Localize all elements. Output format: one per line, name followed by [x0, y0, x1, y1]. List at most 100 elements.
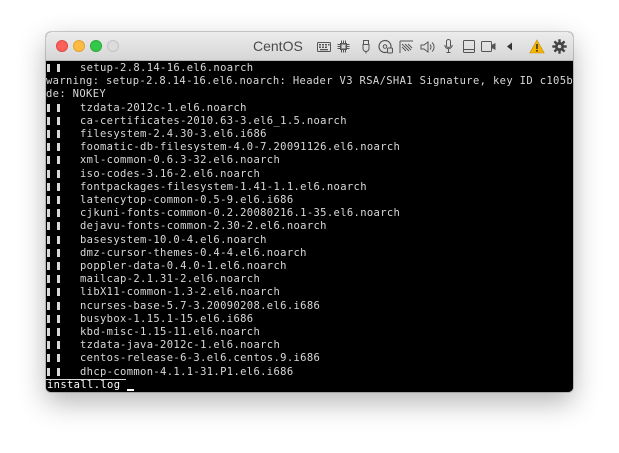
progress-bullet — [47, 328, 50, 336]
package-name: setup-2.8.14-16.el6.noarch — [80, 62, 254, 74]
package-name: xml-common-0.6.3-32.el6.noarch — [80, 154, 281, 167]
package-name: iso-codes-3.16-2.el6.noarch — [80, 167, 261, 180]
package-name: poppler-data-0.4.0-1.el6.noarch — [80, 260, 287, 272]
terminal-line: basesystem-10.0-4.el6.noarch — [46, 234, 573, 247]
inactive-window-button — [107, 40, 119, 52]
terminal-line: de: NOKEY — [46, 88, 107, 101]
progress-bullet — [57, 116, 60, 125]
progress-bullet — [57, 143, 60, 152]
close-button[interactable] — [56, 40, 68, 52]
progress-bullet — [47, 235, 50, 244]
package-name: mailcap-2.1.31-2.el6.noarch — [80, 273, 261, 286]
progress-bullet — [57, 367, 60, 376]
optical-disc-icon[interactable] — [377, 38, 394, 55]
progress-bullet — [57, 182, 60, 191]
package-name: basesystem-10.0-4.el6.noarch — [80, 233, 267, 246]
zoom-button[interactable] — [90, 40, 102, 52]
progress-bullet — [47, 209, 50, 218]
terminal-line: ca-certificates-2010.63-3.el6_1.5.noarch — [46, 115, 573, 128]
progress-bullet — [47, 262, 50, 270]
cpu-icon[interactable] — [335, 38, 352, 55]
microphone-icon[interactable] — [440, 38, 457, 55]
progress-bullet — [47, 222, 50, 231]
terminal-line: poppler-data-0.4.0-1.el6.noarch — [46, 260, 573, 273]
terminal-line: busybox-1.15.1-15.el6.i686 — [46, 313, 573, 326]
terminal-line: mailcap-2.1.31-2.el6.noarch — [46, 273, 573, 286]
status-bar: install.log — [46, 379, 573, 392]
progress-bullet — [47, 116, 50, 125]
package-name: busybox-1.15.1-15.el6.i686 — [80, 312, 254, 325]
network-icon[interactable] — [398, 38, 415, 55]
package-name: kbd-misc-1.15-11.el6.noarch — [80, 326, 261, 338]
gear-icon[interactable] — [551, 38, 568, 55]
progress-bullet — [47, 182, 50, 191]
progress-bullet — [47, 367, 50, 376]
terminal-line: dejavu-fonts-common-2.30-2.el6.noarch — [46, 220, 573, 233]
progress-bullet — [57, 196, 60, 204]
package-name: dmz-cursor-themes-0.4-4.el6.noarch — [80, 246, 307, 259]
progress-bullet — [57, 275, 60, 284]
package-name: fontpackages-filesystem-1.41-1.1.el6.noa… — [80, 180, 367, 193]
package-name: foomatic-db-filesystem-4.0-7.20091126.el… — [80, 141, 401, 154]
terminal-line: kbd-misc-1.15-11.el6.noarch — [46, 326, 573, 339]
progress-bullet — [57, 314, 60, 323]
progress-bullet — [57, 341, 60, 350]
progress-bullet — [47, 196, 50, 204]
progress-bullet — [57, 235, 60, 244]
audio-icon[interactable] — [419, 38, 436, 55]
terminal-line: warning: setup-2.8.14-16.el6.noarch: Hea… — [46, 75, 573, 88]
progress-bullet — [47, 64, 50, 72]
progress-bullet — [47, 156, 50, 165]
progress-bullet — [57, 156, 60, 165]
progress-bullet — [57, 222, 60, 231]
display-icon[interactable] — [480, 38, 497, 55]
text-cursor — [127, 389, 134, 391]
minimize-button[interactable] — [73, 40, 85, 52]
progress-bullet — [47, 288, 50, 297]
terminal-line: latencytop-common-0.5-9.el6.i686 — [46, 194, 573, 207]
progress-bullet — [47, 354, 50, 363]
terminal-line: filesystem-2.4.30-3.el6.i686 — [46, 128, 573, 141]
package-name: ncurses-base-5.7-3.20090208.el6.i686 — [80, 299, 321, 312]
terminal-line: tzdata-2012c-1.el6.noarch — [46, 102, 573, 115]
package-name: dhcp-common-4.1.1-31.P1.el6.i686 — [80, 365, 294, 378]
progress-bullet — [57, 262, 60, 270]
progress-bullet — [57, 288, 60, 297]
progress-bullet — [47, 143, 50, 152]
package-name: libX11-common-1.3-2.el6.noarch — [80, 286, 281, 299]
progress-bullet — [57, 248, 60, 257]
progress-bullet — [57, 103, 60, 112]
terminal-line: ncurses-base-5.7-3.20090208.el6.i686 — [46, 300, 573, 313]
window-titlebar[interactable]: CentOS — [46, 32, 573, 61]
terminal-line: centos-release-6-3.el6.centos.9.i686 — [46, 352, 573, 365]
terminal-line: xml-common-0.6.3-32.el6.noarch — [46, 154, 573, 167]
progress-bullet — [57, 64, 60, 72]
progress-bullet — [47, 301, 50, 310]
progress-bullet — [57, 354, 60, 363]
package-name: tzdata-java-2012c-1.el6.noarch — [80, 339, 281, 352]
vm-window: CentOS dhcp-common-4.1.1-31.P1.el6.i686 … — [46, 32, 573, 392]
progress-bullet — [47, 275, 50, 284]
package-name: filesystem-2.4.30-3.el6.i686 — [80, 128, 267, 140]
back-arrow-icon[interactable] — [501, 38, 518, 55]
usb-icon[interactable] — [357, 38, 374, 55]
terminal-line: iso-codes-3.16-2.el6.noarch — [46, 168, 573, 181]
terminal-line: cjkuni-fonts-common-0.2.20080216.1-35.el… — [46, 207, 573, 220]
progress-bullet — [57, 209, 60, 218]
terminal-line: libX11-common-1.3-2.el6.noarch — [46, 286, 573, 299]
terminal-line: dmz-cursor-themes-0.4-4.el6.noarch — [46, 247, 573, 260]
progress-bullet — [57, 301, 60, 310]
package-name: centos-release-6-3.el6.centos.9.i686 — [80, 352, 321, 365]
terminal-line: setup-2.8.14-16.el6.noarch — [46, 62, 573, 75]
terminal-line: dhcp-common-4.1.1-31.P1.el6.i686 — [46, 366, 573, 379]
keyboard-icon[interactable] — [315, 38, 332, 55]
terminal-line: foomatic-db-filesystem-4.0-7.20091126.el… — [46, 141, 573, 154]
package-name: cjkuni-fonts-common-0.2.20080216.1-35.el… — [80, 207, 401, 220]
vm-console-screen[interactable]: dhcp-common-4.1.1-31.P1.el6.i686 centos-r… — [46, 61, 573, 392]
terminal-line: fontpackages-filesystem-1.41-1.1.el6.noa… — [46, 181, 573, 194]
warning-icon[interactable] — [528, 38, 545, 55]
package-name: dejavu-fonts-common-2.30-2.el6.noarch — [80, 220, 327, 233]
progress-bullet — [47, 341, 50, 350]
window-icon[interactable] — [460, 38, 477, 55]
package-name: tzdata-2012c-1.el6.noarch — [80, 101, 247, 114]
